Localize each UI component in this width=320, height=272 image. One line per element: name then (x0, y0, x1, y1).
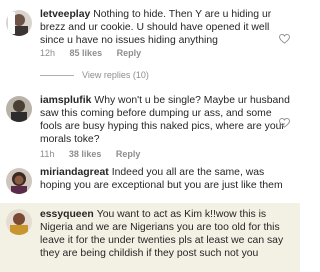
comment-meta: 11h 38 likes Reply (40, 149, 152, 159)
avatar[interactable] (6, 168, 32, 194)
avatar[interactable] (6, 96, 32, 122)
reply-button[interactable]: Reply (117, 48, 142, 58)
heart-icon[interactable] (279, 34, 290, 44)
view-replies-label: View replies (10) (82, 70, 149, 80)
comment-username[interactable]: letveeplay (40, 9, 90, 20)
divider-line (40, 74, 74, 76)
reply-button[interactable]: Reply (116, 149, 141, 159)
comment-item: iamsplufik Why won't u be single? Maybe u… (0, 88, 300, 160)
comment-time: 12h (40, 48, 56, 58)
comment-text: essyqueen You want to act as Kim k!!wow t… (40, 208, 292, 260)
comment-text: iamsplufik Why won't u be single? Maybe u… (40, 94, 292, 146)
avatar[interactable] (6, 209, 32, 235)
comment-item: essyqueen You want to act as Kim k!!wow t… (0, 203, 300, 272)
comment-text: miriandagreat Indeed you all are the same… (40, 166, 292, 192)
comment-text: letveeplay Nothing to hide. Then Y are u … (40, 8, 292, 47)
comment-item: miriandagreat Indeed you all are the same… (0, 162, 300, 202)
heart-icon[interactable] (279, 118, 290, 128)
view-replies-button[interactable]: View replies (10) (40, 70, 149, 80)
comment-username[interactable]: essyqueen (40, 209, 94, 220)
comment-time: 11h (40, 149, 55, 159)
comment-likes[interactable]: 38 likes (69, 149, 102, 159)
comment-username[interactable]: miriandagreat (40, 167, 109, 178)
comment-meta: 12h 85 likes Reply (40, 48, 153, 58)
avatar[interactable] (6, 10, 32, 36)
comments-screen: letveeplay Nothing to hide. Then Y are u … (0, 0, 300, 272)
comment-likes[interactable]: 85 likes (70, 48, 103, 58)
comment-username[interactable]: iamsplufik (40, 95, 91, 106)
